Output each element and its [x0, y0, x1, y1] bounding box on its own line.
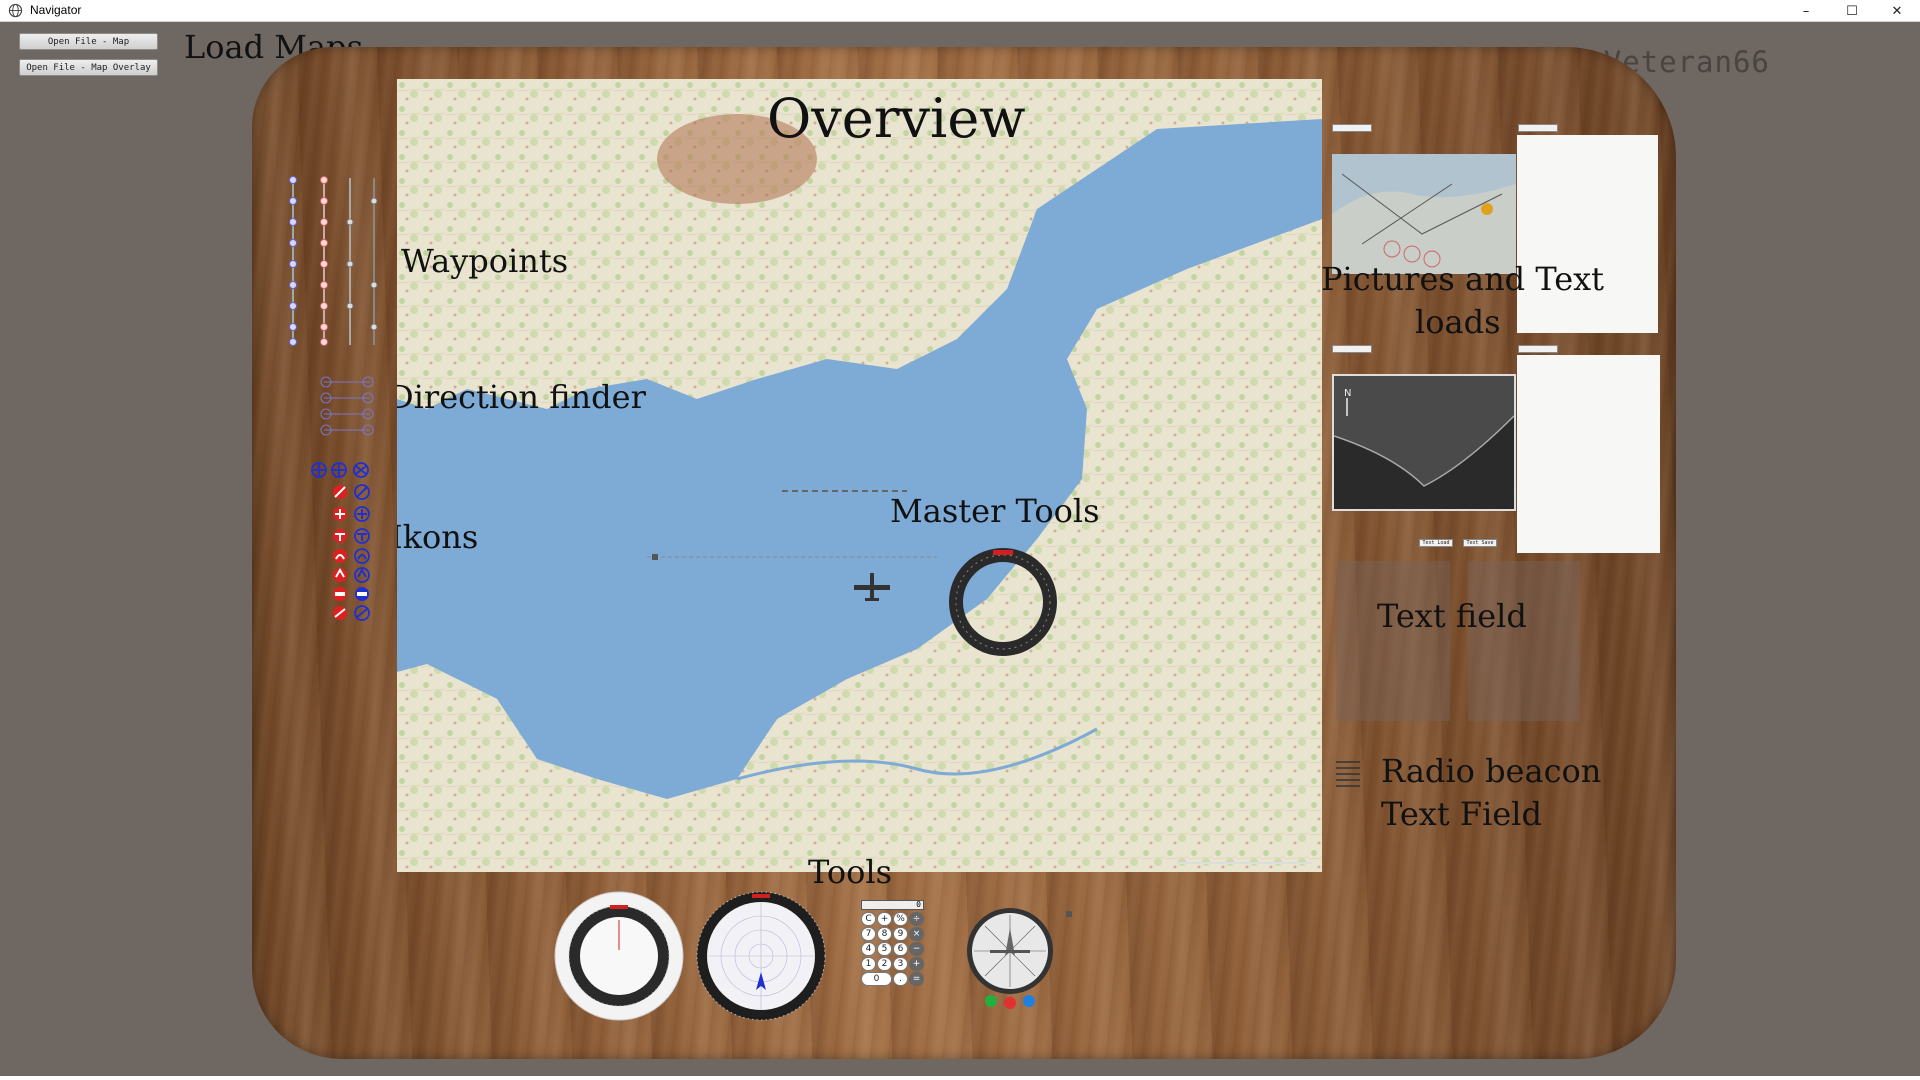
direction-finder-panel[interactable]	[318, 374, 378, 440]
overview-label: Overview	[767, 87, 1026, 150]
calculator-key[interactable]: %	[893, 912, 908, 926]
calculator-key[interactable]: 8	[877, 927, 892, 941]
calculator-key[interactable]: +	[909, 957, 924, 971]
calculator-key[interactable]: 5	[877, 942, 892, 956]
bottom-edge	[0, 1076, 1920, 1080]
tool-handle[interactable]	[1066, 911, 1072, 917]
text-sheet-2[interactable]	[1517, 355, 1660, 553]
calculator-tool[interactable]: 0 C +% ÷ 7 8 9 × 4 5 6−1 2 3 +0. =	[861, 900, 924, 986]
calculator-key[interactable]: 6	[893, 942, 908, 956]
calculator-key[interactable]: =	[909, 972, 924, 986]
open-map-overlay-button[interactable]: Open File - Map Overlay	[19, 59, 158, 76]
calculator-key[interactable]: 1	[861, 957, 876, 971]
picture-2: N	[1332, 374, 1516, 511]
calculator-keypad: C +% ÷ 7 8 9 × 4 5 6−1 2 3 +0. =	[861, 912, 924, 986]
close-button[interactable]: ✕	[1874, 0, 1920, 22]
calculator-key[interactable]: .	[893, 972, 908, 986]
svg-text:N: N	[1344, 388, 1351, 399]
text-save-button[interactable]: Text Save	[1463, 539, 1497, 547]
load-text-2-button[interactable]	[1518, 345, 1558, 353]
pictures-text-label-2: loads	[1415, 303, 1501, 341]
text-field-label: Text field	[1377, 597, 1527, 635]
compass-rose-tool[interactable]	[965, 906, 1055, 1012]
recon-photo-image: N	[1333, 376, 1515, 509]
waypoints-panel[interactable]	[280, 170, 390, 350]
ikons-label: Ikons	[397, 518, 479, 556]
radio-beacon-list-icon[interactable]	[1334, 758, 1362, 788]
maximize-button[interactable]: ☐	[1829, 0, 1875, 22]
direction-finder-label: Direction finder	[397, 378, 646, 416]
text-field-left[interactable]	[1336, 561, 1450, 721]
window-title: Navigator	[30, 3, 82, 17]
master-tools-label: Master Tools	[890, 492, 1100, 530]
load-picture-1-button[interactable]	[1332, 124, 1372, 132]
globe-icon	[8, 3, 23, 18]
title-bar: Navigator – ☐ ✕	[0, 0, 1920, 22]
plotter-compass-tool[interactable]	[695, 890, 827, 1022]
tools-label: Tools	[808, 853, 893, 891]
minimize-button[interactable]: –	[1783, 0, 1829, 22]
text-field-right[interactable]	[1468, 561, 1580, 721]
map-view[interactable]: Overview Waypoints Direction finder Ikon…	[397, 79, 1322, 872]
calculator-key[interactable]: 9	[893, 927, 908, 941]
radio-beacon-label-1: Radio beacon	[1381, 752, 1602, 790]
map-image	[397, 79, 1322, 872]
calculator-key[interactable]: +	[877, 912, 892, 926]
calculator-key[interactable]: 7	[861, 927, 876, 941]
calculator-key[interactable]: 3	[893, 957, 908, 971]
calculator-key[interactable]: ÷	[909, 912, 924, 926]
load-picture-2-button[interactable]	[1332, 345, 1372, 353]
pictures-text-label-1: Pictures and Text	[1321, 260, 1605, 298]
load-text-1-button[interactable]	[1518, 124, 1558, 132]
calculator-display: 0	[861, 900, 924, 910]
briefing-map-image	[1332, 154, 1516, 274]
picture-1	[1332, 154, 1516, 274]
calculator-key[interactable]: ×	[909, 927, 924, 941]
navigator-window: Navigator – ☐ ✕ Open File - Map Open Fil…	[0, 0, 1920, 1080]
waypoints-label: Waypoints	[401, 242, 569, 280]
calculator-key[interactable]: 0	[861, 972, 892, 986]
text-sheet-1[interactable]	[1517, 135, 1658, 333]
dead-reckoning-computer-tool[interactable]	[553, 890, 685, 1022]
ikons-panel[interactable]	[310, 461, 378, 621]
radio-beacon-label-2: Text Field	[1381, 795, 1542, 833]
text-load-button[interactable]: Text Load	[1419, 539, 1453, 547]
calculator-key[interactable]: −	[909, 942, 924, 956]
calculator-key[interactable]: 4	[861, 942, 876, 956]
calculator-key[interactable]: 2	[877, 957, 892, 971]
calculator-key[interactable]: C	[861, 912, 876, 926]
open-map-button[interactable]: Open File - Map	[19, 33, 158, 50]
